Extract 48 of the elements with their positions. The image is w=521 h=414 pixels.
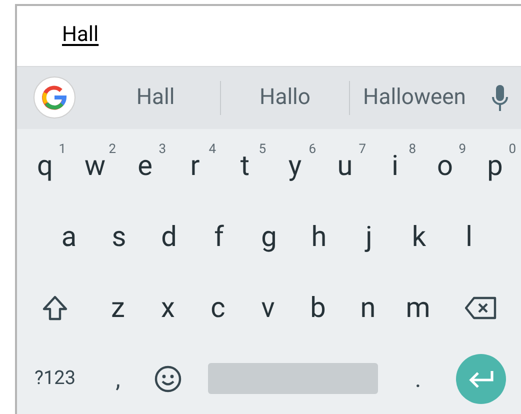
return-arrow-icon bbox=[466, 368, 494, 388]
key-hint: 2 bbox=[108, 141, 116, 159]
key-hint: 3 bbox=[158, 141, 166, 159]
key[interactable]: n bbox=[343, 272, 393, 343]
shift-icon[interactable] bbox=[42, 294, 68, 320]
key[interactable]: o 9 bbox=[420, 130, 470, 201]
key[interactable]: m bbox=[393, 272, 443, 343]
key[interactable]: , bbox=[93, 343, 143, 414]
key[interactable]: g bbox=[244, 201, 294, 272]
key[interactable]: . bbox=[393, 343, 443, 414]
key[interactable]: c bbox=[193, 272, 243, 343]
emoji-icon[interactable] bbox=[154, 364, 182, 392]
symbols-key[interactable]: ?123 bbox=[17, 343, 93, 414]
key-hint: 1 bbox=[58, 141, 66, 159]
key-hint: 9 bbox=[458, 141, 466, 159]
key[interactable]: q 1 bbox=[20, 130, 70, 201]
key-hint: 8 bbox=[408, 141, 416, 159]
suggestion[interactable]: Hall bbox=[91, 81, 220, 114]
key[interactable]: h bbox=[294, 201, 344, 272]
key-hint: 0 bbox=[508, 141, 516, 159]
key[interactable]: y 6 bbox=[270, 130, 320, 201]
key-hint: 6 bbox=[308, 141, 316, 159]
key-hint: 5 bbox=[258, 141, 266, 159]
key[interactable]: t 5 bbox=[220, 130, 270, 201]
key[interactable]: i 8 bbox=[370, 130, 420, 201]
key[interactable]: v bbox=[243, 272, 293, 343]
text-input[interactable]: Hall bbox=[62, 20, 99, 52]
key[interactable]: p 0 bbox=[470, 130, 520, 201]
key[interactable]: z bbox=[93, 272, 143, 343]
key[interactable]: d bbox=[144, 201, 194, 272]
key-hint: 7 bbox=[358, 141, 366, 159]
key[interactable]: k bbox=[394, 201, 444, 272]
key[interactable]: x bbox=[143, 272, 193, 343]
key[interactable]: u 7 bbox=[320, 130, 370, 201]
key-hint: 4 bbox=[208, 141, 216, 159]
suggestion[interactable]: Hallo bbox=[221, 81, 349, 114]
backspace-icon[interactable] bbox=[464, 296, 496, 320]
key[interactable]: s bbox=[94, 201, 144, 272]
microphone-icon[interactable] bbox=[492, 84, 508, 111]
key[interactable]: r 4 bbox=[170, 130, 220, 201]
key[interactable]: j bbox=[344, 201, 394, 272]
key[interactable]: b bbox=[293, 272, 343, 343]
suggestion[interactable]: Halloween bbox=[350, 81, 479, 114]
google-logo-icon[interactable] bbox=[32, 76, 76, 120]
key[interactable]: f bbox=[194, 201, 244, 272]
key[interactable]: e 3 bbox=[120, 130, 170, 201]
key[interactable]: a bbox=[44, 201, 94, 272]
key[interactable]: l bbox=[444, 201, 494, 272]
